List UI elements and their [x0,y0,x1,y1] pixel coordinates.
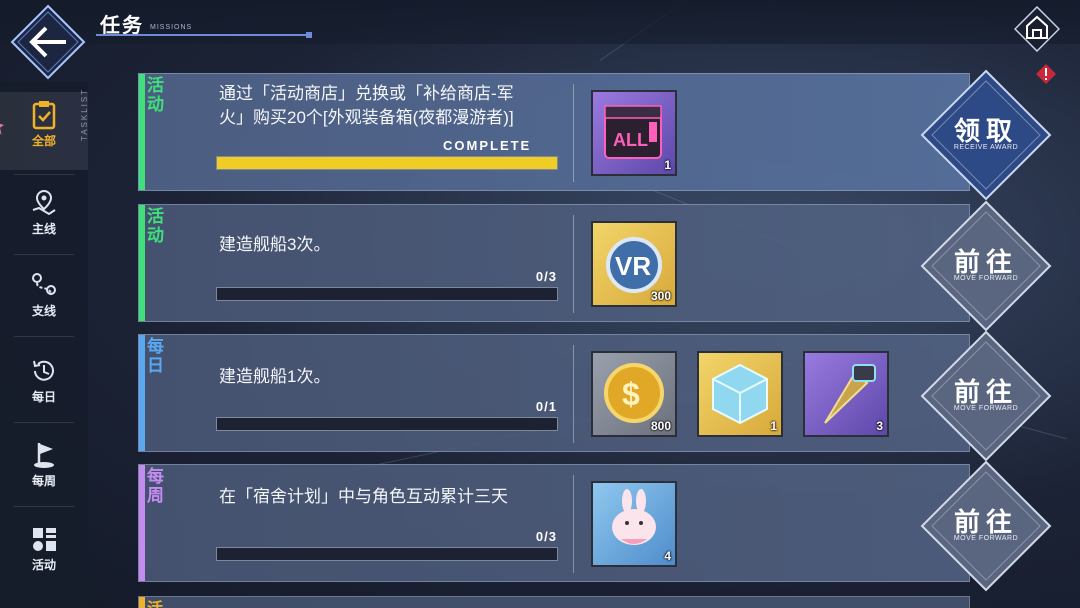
sidebar-item-daily[interactable]: 每日 [0,348,88,416]
home-button[interactable] [1013,5,1061,53]
sidebar-item-label: 活动 [31,558,56,572]
reward-item[interactable]: 4 [591,481,677,567]
progress-fill [217,157,557,169]
action-label: 领取 [953,117,1018,147]
task-description: 建造舰船1次。 [219,367,331,386]
action-sublabel: MOVE FORWARD [953,405,1019,412]
title-underline [96,32,312,38]
action-sublabel: RECEIVE AWARD [953,144,1019,151]
warning-icon [1036,64,1056,84]
cosmetic-box-icon: ALL [604,105,662,159]
sidebar-item-label: 全部 [31,134,56,148]
progress-bar [216,156,558,170]
tag-bar [139,205,145,321]
reward-item[interactable]: 1 [697,351,783,437]
alert-badge [1036,64,1056,84]
sidebar-item-event[interactable]: 活动 [0,516,88,584]
move-forward-button[interactable]: 前往 MOVE FORWARD [920,330,1052,462]
progress-bar [216,417,558,431]
progress-text: 0/3 [535,529,557,544]
bunny-plush-icon [612,489,656,545]
tag-bar [139,465,145,581]
task-tag: 活动 [147,207,164,245]
reward-qty: 1 [770,419,777,433]
reward-qty: 800 [650,419,671,433]
action-sublabel: MOVE FORWARD [953,535,1019,542]
progress-bar [216,547,558,561]
clipboard-icon [32,101,56,130]
sidebar-item-label: 每日 [31,390,56,404]
receive-award-button[interactable]: 领取 RECEIVE AWARD [920,69,1052,201]
sidebar-item-label: 每周 [31,474,56,488]
task-description: 通过「活动商店」兑换或「补给商店-军火」购买20个[外观装备箱(夜都漫游者)] [219,84,514,127]
sidebar-item-label: 主线 [31,222,56,236]
task-tag: 活动 [147,76,164,114]
sidebar-item-all[interactable]: 全部 [0,92,88,170]
reward-item[interactable]: VR 300 [591,221,677,307]
ice-cube-icon [712,363,768,425]
sidebar-item-label: 支线 [31,304,56,318]
task-tag: 每日 [147,337,164,375]
sidebar-item-weekly[interactable]: 每周 [0,432,88,500]
route-icon [32,273,56,296]
task-row: 每周 在「宿舍计划」中与角色互动累计三天 0/3 4 [138,464,970,582]
task-row: 活动 建造舰船3次。 0/3 VR 300 [138,204,970,322]
home-icon [1013,5,1061,53]
action-label: 前往 [953,508,1018,538]
task-row: 活动 通过「活动商店」兑换或「补给商店-军火」购买20个[外观装备箱(夜都漫游者… [138,73,970,191]
task-description: 在「宿舍计划」中与角色互动累计三天 [219,487,508,506]
move-forward-button[interactable]: 前往 MOVE FORWARD [920,460,1052,592]
reward-item[interactable]: 3 [803,351,889,437]
progress-text: COMPLETE [443,138,532,153]
svg-text:$: $ [622,376,640,412]
back-arrow-icon [10,4,86,80]
drill-icon [824,364,876,424]
task-row-partial: 活 [138,596,970,608]
progress-bar [216,287,558,301]
tag-bar [139,335,145,451]
top-bar [0,0,1080,44]
action-sublabel: MOVE FORWARD [953,275,1019,282]
reward-qty: 300 [650,289,671,303]
sidebar-item-main[interactable]: 主线 [0,180,88,248]
back-button[interactable] [10,4,86,80]
star-accent-icon [0,123,4,135]
map-pin-icon [32,189,56,216]
reward-item[interactable]: $ 800 [591,351,677,437]
reward-qty: 4 [664,549,671,563]
reward-qty: 1 [664,158,671,172]
task-description: 建造舰船3次。 [219,235,331,254]
tasklist-vertical-label: TASKLIST [80,87,90,142]
action-label: 前往 [953,378,1018,408]
move-forward-button[interactable]: 前往 MOVE FORWARD [920,200,1052,332]
reward-item[interactable]: ALL 1 [591,90,677,176]
grid-icon [33,528,56,551]
task-row: 每日 建造舰船1次。 0/1 $ 800 1 3 [138,334,970,452]
page-subtitle: MISSIONS [150,24,193,31]
svg-text:ALL: ALL [613,130,648,150]
sidebar-item-side[interactable]: 支线 [0,262,88,330]
action-label: 前往 [953,248,1018,278]
progress-text: 0/3 [535,269,557,284]
reward-qty: 3 [876,419,883,433]
task-tag: 活 [147,595,163,608]
clock-history-icon [33,360,54,381]
flag-icon [34,443,54,468]
category-sidebar: 全部 主线 支线 每日 每周 活动 [0,82,88,608]
tag-bar [139,74,145,190]
task-tag: 每周 [147,467,164,505]
svg-text:VR: VR [615,251,651,281]
progress-text: 0/1 [535,399,557,414]
